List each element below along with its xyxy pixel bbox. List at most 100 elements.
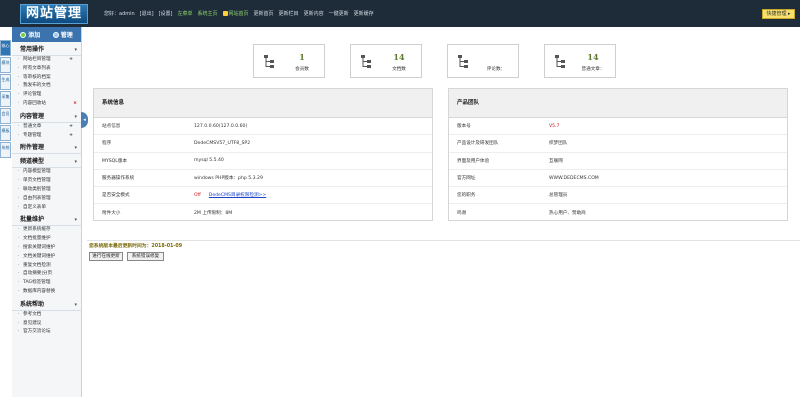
- sidebar-item-label: 文档关键词维护: [23, 253, 56, 259]
- stat-label: 会员数: [295, 67, 309, 72]
- product-team-title: 产品团队: [449, 89, 787, 118]
- info-value: 热心用户、赞助商: [549, 211, 586, 217]
- sidebar-item-label: 单页文档管理: [23, 178, 51, 184]
- sidebar-item[interactable]: 专题管理 +: [12, 132, 81, 141]
- sidebar-item[interactable]: 内容回收站 ×: [12, 100, 81, 109]
- info-key: 您的职务: [457, 193, 476, 199]
- sidebar-item-label: 重复文档检测: [23, 262, 51, 268]
- info-row: 服务器操作系统 windows PHP版本：php 5.3.29: [94, 170, 432, 188]
- sidebar-item[interactable]: 评论管理: [12, 91, 81, 100]
- top-nav-item[interactable]: 您好：admin: [104, 10, 135, 18]
- top-nav-item[interactable]: [设置]: [159, 10, 173, 18]
- stat-label: 普通文章：: [581, 67, 605, 72]
- sidebar-item[interactable]: 重复文档检测: [12, 262, 81, 271]
- sidebar-item[interactable]: 搜索关键词维护: [12, 244, 81, 253]
- stat-card: 1 会员数: [253, 44, 325, 78]
- permission-check-link[interactable]: DedeCMS目录权限检测>>: [209, 192, 266, 198]
- sidebar-group-title[interactable]: 常用操作 ▾: [12, 44, 81, 56]
- system-info-title: 系统信息: [94, 89, 432, 118]
- stat-label: 评论数：: [486, 67, 506, 72]
- sidebar-group: 内容管理 ▾ 普通文章 + 专题管理 +: [12, 111, 81, 141]
- top-nav: 您好：admin [退出] [设置] 左菜单 系统主页 网站首页 更新首页 更新栏目 更新内容一…: [104, 10, 374, 18]
- top-nav-item[interactable]: 更新栏目: [279, 10, 299, 18]
- add-button[interactable]: 添加: [20, 30, 40, 39]
- sidebar-item[interactable]: 自由列表管理: [12, 195, 81, 204]
- sidebar-item[interactable]: 自定义表单: [12, 204, 81, 213]
- sidebar-item-label: 我发布的文档: [23, 83, 51, 89]
- vtab-item[interactable]: 模块: [0, 57, 11, 73]
- vtab-item[interactable]: 采集: [0, 91, 11, 107]
- sidebar-group-title[interactable]: 附件管理 ▾: [12, 142, 81, 155]
- info-key: 鸣谢: [457, 211, 467, 217]
- vtab-item[interactable]: 生成: [0, 74, 11, 90]
- sidebar-header: 添加 管理: [12, 27, 81, 42]
- plus-icon[interactable]: +: [69, 56, 73, 65]
- sidebar-group-title[interactable]: 系统帮助 ▾: [12, 299, 81, 311]
- info-key: 产品设计及研发团队: [457, 141, 499, 147]
- sidebar-item[interactable]: 自动摘要|分页: [12, 270, 81, 279]
- sidebar-item[interactable]: 单页文档管理: [12, 177, 81, 186]
- plus-icon[interactable]: +: [69, 132, 73, 141]
- sidebar-item[interactable]: 所有文章列表: [12, 65, 81, 74]
- sidebar-group-title[interactable]: 批量维护 ▾: [12, 214, 81, 227]
- top-nav-item[interactable]: 一键更新: [329, 10, 349, 18]
- top-nav-item[interactable]: [退出]: [140, 10, 154, 18]
- info-row: 是否安全模式 Off DedeCMS目录权限检测>>: [94, 187, 432, 205]
- sidebar-item[interactable]: 更新系统缓存: [12, 226, 81, 235]
- sidebar-group: 频道模型 ▾ 内容模型管理单页文档管理联动类别管理自由列表管理自定义表单: [12, 156, 81, 212]
- sidebar-item-label: 参考文档: [23, 311, 42, 317]
- vtab-item[interactable]: 会员: [0, 108, 11, 124]
- info-value: 织梦团队: [549, 141, 568, 147]
- sidebar-item-label: 普通文章: [23, 123, 42, 129]
- sidebar-item-label: 自定义表单: [23, 204, 46, 210]
- info-row: 界面及用户体验 互联网: [449, 153, 787, 170]
- info-key: 服务器操作系统: [102, 176, 135, 182]
- sidebar-item[interactable]: 官方交流论坛: [12, 328, 81, 337]
- system-fix-button[interactable]: 系统错误修复: [127, 252, 164, 261]
- sidebar-item[interactable]: 网站栏目管理 +: [12, 56, 81, 65]
- sidebar-group-label: 内容管理: [20, 112, 45, 120]
- info-key: 附件大小: [102, 211, 121, 217]
- info-key: 站点信息: [102, 124, 121, 130]
- chevron-down-icon: ▾: [74, 113, 77, 120]
- quick-manage-button[interactable]: 快捷管理 ▸: [762, 9, 795, 19]
- stat-card: 14 普通文章：: [544, 44, 616, 78]
- sidebar-group-title[interactable]: 频道模型 ▾: [12, 156, 81, 169]
- manage-button[interactable]: 管理: [52, 30, 73, 39]
- online-update-button[interactable]: 进行在线更新: [89, 252, 123, 261]
- sidebar-item-label: 自由列表管理: [23, 195, 51, 201]
- info-value: WWW.DEDECMS.COM: [549, 175, 599, 181]
- sitemap-icon: [361, 55, 371, 68]
- sidebar-item[interactable]: TAG标签管理: [12, 279, 81, 288]
- sidebar-group-label: 系统帮助: [20, 300, 45, 308]
- plus-icon[interactable]: +: [69, 123, 73, 132]
- sidebar-group-label: 附件管理: [20, 144, 45, 152]
- manage-label: 管理: [60, 32, 73, 39]
- vtab-item[interactable]: 模板: [0, 125, 11, 141]
- sidebar-item[interactable]: 数据库内容替换: [12, 288, 81, 297]
- sidebar-item[interactable]: 文档关键词维护: [12, 253, 81, 262]
- stat-value: 1: [299, 52, 305, 62]
- top-nav-item[interactable]: 系统主页: [198, 10, 218, 18]
- sidebar-item[interactable]: 参考文档: [12, 311, 81, 320]
- sidebar-item[interactable]: 内容模型管理: [12, 168, 81, 177]
- top-nav-item[interactable]: 左菜单: [177, 10, 192, 18]
- sidebar-item[interactable]: 我发布的文档: [12, 82, 81, 91]
- sidebar-item[interactable]: 普通文章 +: [12, 123, 81, 132]
- info-value: DedeCMSV57_UTF8_SP2: [194, 140, 251, 146]
- close-icon[interactable]: ×: [73, 100, 77, 109]
- sidebar-item[interactable]: 联动类别管理: [12, 186, 81, 195]
- vtab-item[interactable]: 核心: [0, 40, 11, 56]
- sidebar-item[interactable]: 文档批量维护: [12, 235, 81, 244]
- sidebar-item[interactable]: 意见建议: [12, 320, 81, 329]
- top-nav-home-link[interactable]: 网站首页: [222, 10, 249, 18]
- top-nav-item[interactable]: 更新首页: [254, 10, 274, 18]
- sidebar-group-title[interactable]: 内容管理 ▾: [12, 111, 81, 123]
- top-nav-item[interactable]: 更新内容: [304, 10, 324, 18]
- sidebar-item[interactable]: 等审核的档案: [12, 74, 81, 83]
- vtab-item[interactable]: 系统: [0, 142, 11, 158]
- top-nav-item[interactable]: 更新缓存: [354, 10, 374, 18]
- sidebar-collapse-handle[interactable]: ◂: [81, 112, 88, 128]
- sidebar: 添加 管理 常用操作 ▾ 网站栏目管理 + 所有文章列表等审核的档案我发布的文档评论管理…: [12, 27, 82, 397]
- sidebar-menu: 常用操作 ▾ 网站栏目管理 + 所有文章列表等审核的档案我发布的文档评论管理内容回收站 ×…: [12, 44, 81, 337]
